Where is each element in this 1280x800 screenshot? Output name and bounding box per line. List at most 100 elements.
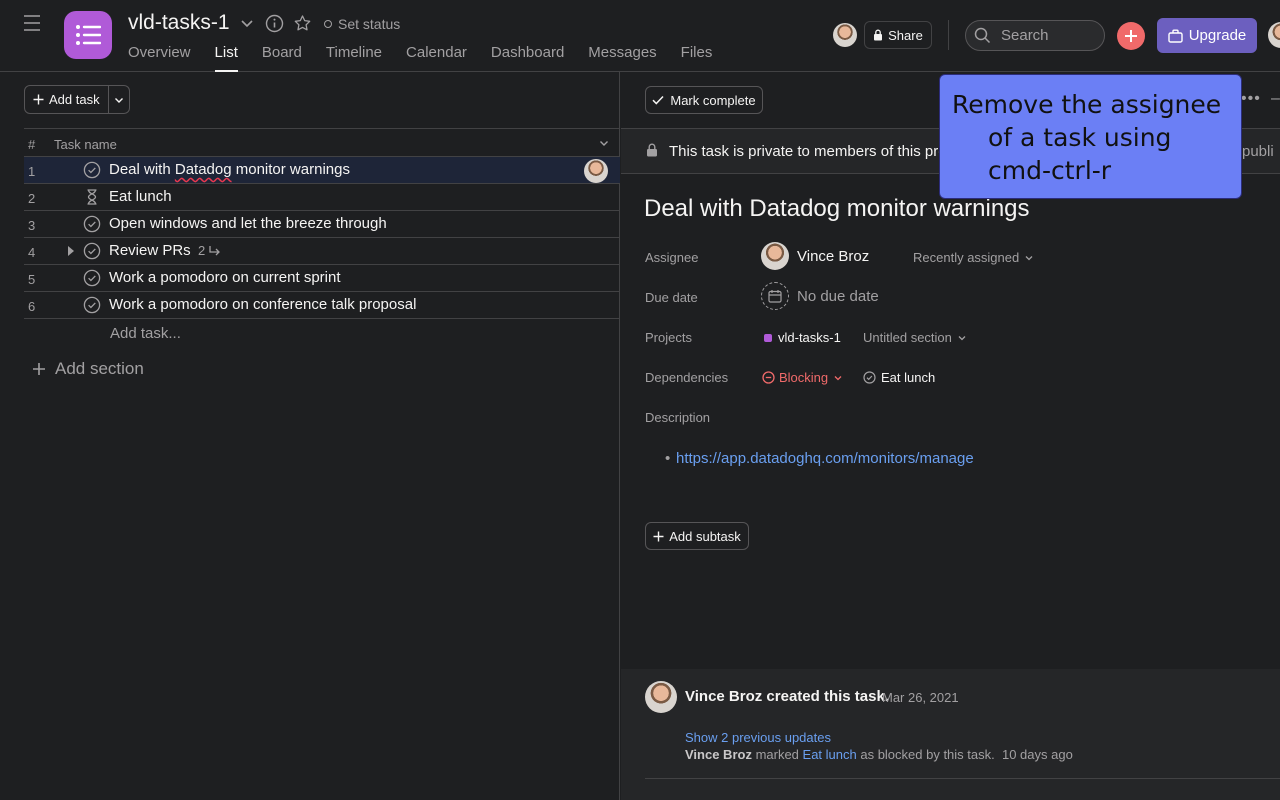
project-pill[interactable]: vld-tasks-1 [764, 330, 841, 345]
member-avatar[interactable] [833, 23, 857, 47]
section-dropdown[interactable]: Untitled section [863, 330, 967, 345]
table-row[interactable]: 3 Open windows and let the breeze throug… [24, 211, 620, 238]
search-icon [974, 27, 991, 44]
subtask-count-value: 2 [198, 243, 206, 258]
section-name: Untitled section [863, 330, 952, 345]
row-number: 2 [28, 191, 36, 206]
activity-when: 10 days ago [1001, 747, 1073, 762]
add-task-inline[interactable]: Add task... [110, 325, 181, 342]
show-previous-updates-link[interactable]: Show 2 previous updates [685, 730, 831, 745]
callout-line: cmd-ctrl-r [988, 156, 1112, 185]
mark-complete-label: Mark complete [670, 92, 756, 108]
add-subtask-button[interactable]: Add subtask [645, 522, 749, 550]
assignee-avatar[interactable] [584, 159, 608, 183]
blocked-task-link[interactable]: Eat lunch [863, 370, 935, 385]
add-task-label: Add task [49, 92, 100, 107]
tab-calendar[interactable]: Calendar [406, 44, 467, 72]
tab-dashboard[interactable]: Dashboard [491, 44, 564, 72]
user-avatar[interactable] [1268, 22, 1280, 48]
tab-list[interactable]: List [214, 44, 239, 72]
table-row[interactable]: 2 Eat lunch [24, 184, 620, 211]
description-link[interactable]: https://app.datadoghq.com/monitors/manag… [676, 450, 974, 467]
tab-messages[interactable]: Messages [588, 44, 656, 72]
chevron-down-icon [1025, 255, 1033, 260]
table-row[interactable]: 1 Deal with Datadog monitor warnings [24, 157, 620, 184]
column-task-name[interactable]: Task name [54, 137, 117, 152]
make-public-link[interactable]: publi [1242, 143, 1274, 160]
check-circle-icon[interactable] [83, 269, 101, 287]
tab-overview[interactable]: Overview [128, 44, 191, 72]
check-circle-icon[interactable] [83, 296, 101, 314]
tab-board[interactable]: Board [262, 44, 302, 72]
close-pane-icon[interactable]: – [1271, 90, 1280, 108]
chevron-down-icon [834, 375, 842, 380]
due-date-field[interactable]: No due date [761, 282, 879, 310]
share-button[interactable]: Share [864, 21, 932, 49]
table-row[interactable]: 4 Review PRs 2 [24, 238, 620, 265]
check-circle-icon[interactable] [83, 161, 101, 179]
add-subtask-label: Add subtask [669, 528, 741, 544]
search-input[interactable] [1001, 27, 1091, 44]
blocking-dropdown[interactable]: Blocking [762, 370, 844, 385]
add-task-button[interactable]: Add task [25, 86, 109, 113]
chevron-down-icon[interactable] [238, 14, 256, 32]
table-row[interactable]: 5 Work a pomodoro on current sprint [24, 265, 620, 292]
task-name-text: Deal with [109, 161, 175, 178]
assignee-field[interactable]: Vince Broz [761, 242, 869, 270]
add-section-label: Add section [55, 359, 144, 378]
table-row[interactable]: 6 Work a pomodoro on conference talk pro… [24, 292, 620, 319]
task-name[interactable]: Deal with Datadog monitor warnings [109, 161, 350, 178]
avatar[interactable] [645, 681, 677, 713]
upgrade-button[interactable]: Upgrade [1157, 18, 1257, 53]
quick-add-button[interactable] [1117, 22, 1145, 50]
dependencies-label: Dependencies [645, 370, 729, 385]
task-title[interactable]: Deal with Datadog monitor warnings [644, 195, 1030, 223]
task-name[interactable]: Eat lunch [109, 188, 172, 205]
activity-feed: Vince Broz created this task. Mar 26, 20… [621, 669, 1280, 800]
task-name[interactable]: Work a pomodoro on conference talk propo… [109, 296, 416, 313]
header-divider [948, 20, 949, 50]
hamburger-menu-icon[interactable] [22, 13, 42, 33]
activity-rest: as blocked by this task. [856, 747, 995, 762]
assignee-label: Assignee [645, 250, 699, 265]
activity-task-link[interactable]: Eat lunch [803, 747, 857, 762]
add-section-button[interactable]: Add section [32, 359, 144, 379]
set-status-button[interactable]: Set status [324, 16, 400, 32]
recently-assigned-label: Recently assigned [913, 250, 1020, 265]
add-task-split-button: Add task [24, 85, 130, 114]
description-label: Description [645, 410, 711, 425]
lock-icon [874, 29, 883, 41]
search-box[interactable] [965, 20, 1105, 51]
task-name[interactable]: Review PRs [109, 242, 191, 259]
row-number: 4 [28, 245, 36, 260]
more-options-icon[interactable]: ••• [1241, 90, 1261, 108]
tab-timeline[interactable]: Timeline [326, 44, 382, 72]
blocking-icon [762, 371, 775, 384]
lock-icon [646, 143, 658, 157]
expand-triangle-icon[interactable] [66, 245, 76, 257]
recently-assigned-dropdown[interactable]: Recently assigned [913, 250, 1034, 265]
project-list-icon[interactable] [64, 11, 112, 59]
hourglass-icon[interactable] [83, 188, 101, 206]
tab-files[interactable]: Files [681, 44, 713, 72]
subtask-count[interactable]: 2 [198, 243, 222, 258]
chevron-down-icon[interactable] [109, 86, 129, 113]
info-icon[interactable] [265, 14, 284, 33]
activity-date: Mar 26, 2021 [882, 690, 959, 705]
privacy-text: This task is private to members of this … [669, 143, 947, 160]
task-name[interactable]: Work a pomodoro on current sprint [109, 269, 341, 286]
chevron-down-icon[interactable] [598, 137, 610, 149]
row-number: 3 [28, 218, 36, 233]
subtask-icon [209, 245, 221, 255]
share-label: Share [888, 27, 923, 43]
project-title: vld-tasks-1 [128, 11, 230, 34]
mark-complete-button[interactable]: Mark complete [645, 86, 763, 114]
callout-line: of a task using [988, 123, 1172, 152]
plus-icon [653, 531, 664, 541]
check-circle-icon[interactable] [83, 215, 101, 233]
check-circle-icon[interactable] [83, 242, 101, 260]
activity-verb: marked [751, 747, 803, 762]
star-icon[interactable] [293, 14, 312, 33]
task-name[interactable]: Open windows and let the breeze through [109, 215, 387, 232]
set-status-label: Set status [338, 16, 401, 32]
